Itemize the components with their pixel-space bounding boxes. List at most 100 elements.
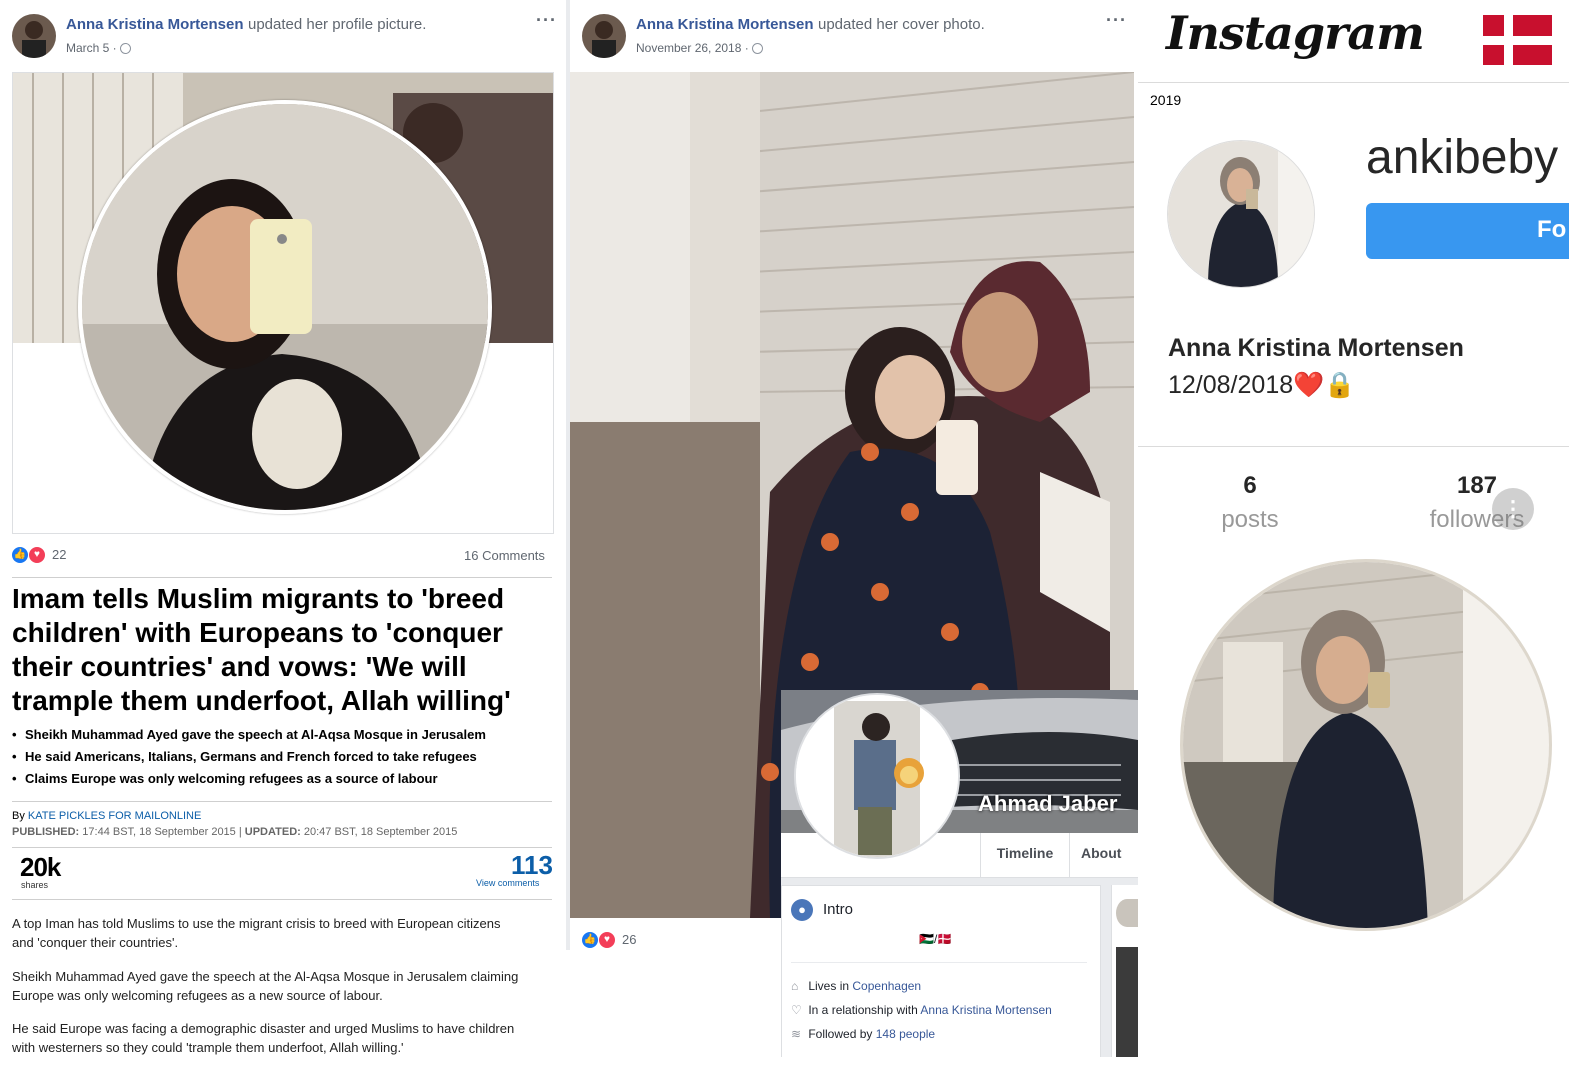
public-globe-icon: [751, 43, 763, 55]
relationship-prefix: In a relationship with: [808, 1003, 918, 1017]
instagram-full-name: Anna Kristina Mortensen: [1168, 334, 1464, 362]
like-reaction-icon: 👍: [12, 547, 28, 563]
comments-count[interactable]: 113: [511, 850, 553, 881]
bullet-dot: •: [12, 771, 17, 786]
post2-header: Anna Kristina Mortensen updated her cove…: [636, 16, 985, 34]
instagram-username: ankibeby: [1366, 131, 1559, 184]
side-photo-thumb[interactable]: [1116, 947, 1138, 1057]
tab-about-label: About: [1081, 845, 1122, 861]
tab-timeline[interactable]: Timeline: [980, 833, 1070, 877]
side-photo-thumb[interactable]: [1116, 899, 1138, 927]
profile-selfie-image: [82, 104, 488, 510]
ahmad-name[interactable]: Ahmad Jaber: [978, 791, 1117, 817]
post1-profile-circle[interactable]: [78, 100, 492, 514]
ahmad-avatar-image: [796, 695, 958, 857]
bullet-text: He said Americans, Italians, Germans and…: [25, 749, 477, 764]
post2-author-link[interactable]: Anna Kristina Mortensen: [636, 16, 814, 33]
intro-relationship: ♡ In a relationship with Anna Kristina M…: [791, 1003, 1052, 1017]
instagram-stats-rule: [1138, 446, 1569, 447]
posts-label: posts: [1221, 506, 1279, 533]
post2-author-avatar[interactable]: [582, 14, 626, 58]
article-bullets: • Sheikh Muhammad Ayed gave the speech at…: [12, 727, 557, 793]
article-headline: Imam tells Muslim migrants to 'breed chi…: [12, 583, 511, 716]
published-label: PUBLISHED:: [12, 826, 80, 838]
follow-button-label: Fo: [1537, 216, 1567, 243]
lives-city-link[interactable]: Copenhagen: [852, 979, 921, 993]
avatar-photo: [12, 14, 56, 58]
denmark-flag-icon: [1483, 15, 1552, 65]
ahmad-intro-card: ● Intro 🇯🇴/🇩🇰 ⌂ Lives in Copenhagen ♡ In…: [781, 885, 1101, 1057]
published-value: 17:44 BST, 18 September 2015: [82, 826, 236, 838]
lives-prefix: Lives in: [808, 979, 850, 993]
followed-prefix: Followed by: [808, 1027, 873, 1041]
post1-date[interactable]: March 5 ·: [66, 41, 131, 55]
post2-reaction-count[interactable]: 26: [622, 932, 636, 947]
flag-cross-horizontal: [1483, 36, 1552, 45]
article-top-rule: [12, 577, 552, 578]
post2-action: updated her cover photo.: [817, 16, 985, 33]
followers-link[interactable]: 148 people: [876, 1027, 935, 1041]
instagram-year: 2019: [1150, 92, 1182, 108]
article-meta-rule: [12, 801, 552, 802]
more-options-icon[interactable]: ⋮: [1492, 488, 1534, 530]
article-body-rule: [12, 899, 552, 900]
like-reaction-icon: 👍: [582, 932, 598, 948]
bullet-dot: •: [12, 727, 17, 742]
intro-divider: [791, 962, 1087, 963]
intro-globe-icon: ●: [791, 899, 813, 921]
tab-timeline-label: Timeline: [996, 845, 1054, 861]
post1-comments-link[interactable]: 16 Comments: [464, 548, 545, 563]
bullet-dot: •: [12, 749, 17, 764]
love-reaction-icon: ♥: [598, 931, 616, 949]
instagram-bio: 12/08/2018❤️🔒: [1168, 371, 1356, 399]
follow-button[interactable]: Fo: [1366, 203, 1569, 259]
article-byline: By KATE PICKLES FOR MAILONLINE: [12, 810, 201, 822]
post2-date[interactable]: November 26, 2018 ·: [636, 41, 763, 55]
intro-flags: 🇯🇴/🇩🇰: [919, 932, 953, 946]
post1-action: updated her profile picture.: [247, 16, 427, 33]
article-paragraph: A top Iman has told Muslims to use the m…: [12, 916, 501, 950]
view-comments-link[interactable]: View comments: [476, 878, 539, 888]
instagram-large-photo[interactable]: [1180, 559, 1552, 931]
ahmad-side-photos: [1111, 885, 1138, 1057]
shares-label: shares: [21, 880, 49, 890]
byline-author-link[interactable]: KATE PICKLES FOR MAILONLINE: [28, 810, 201, 822]
post1-more-options-icon[interactable]: ···: [536, 10, 557, 31]
instagram-avatar-image: [1168, 141, 1314, 287]
bullet-text: Sheikh Muhammad Ayed gave the speech at …: [25, 727, 486, 742]
ahmad-profile-card: Ahmad Jaber Timeline About ● Intro 🇯🇴/🇩🇰…: [781, 690, 1138, 1057]
bullet-text: Claims Europe was only welcoming refugee…: [25, 771, 438, 786]
relationship-partner-link[interactable]: Anna Kristina Mortensen: [920, 1003, 1051, 1017]
updated-value: 20:47 BST, 18 September 2015: [303, 826, 458, 838]
updated-label: UPDATED:: [244, 826, 301, 838]
intro-lives: ⌂ Lives in Copenhagen: [791, 979, 921, 993]
post1-author-avatar[interactable]: [12, 14, 56, 58]
post1-date-text: March 5 ·: [66, 41, 117, 55]
intro-title: Intro: [823, 901, 854, 918]
post1-header: Anna Kristina Mortensen updated her prof…: [66, 16, 426, 34]
instagram-profile-avatar[interactable]: [1167, 140, 1315, 288]
article-bullet: • Claims Europe was only welcoming refuge…: [12, 771, 557, 793]
article-stats-rule: [12, 847, 552, 848]
avatar-photo: [582, 14, 626, 58]
hijab-selfie-image: [1183, 562, 1549, 928]
posts-count[interactable]: 6: [1200, 472, 1300, 500]
heart-icon: ♡: [791, 1003, 802, 1017]
instagram-logo[interactable]: Instagram: [1166, 6, 1425, 60]
post1-reaction-count[interactable]: 22: [52, 547, 66, 562]
article-bullet: • Sheikh Muhammad Ayed gave the speech at…: [12, 727, 557, 749]
byline-prefix: By: [12, 810, 25, 822]
home-icon: ⌂: [791, 979, 799, 993]
article-paragraph: Sheikh Muhammad Ayed gave the speech at …: [12, 969, 519, 1003]
rss-icon: ≋: [791, 1027, 802, 1041]
post1-author-link[interactable]: Anna Kristina Mortensen: [66, 16, 244, 33]
ahmad-avatar[interactable]: [794, 693, 960, 859]
dates-separator: |: [238, 826, 242, 838]
post2-more-options-icon[interactable]: ···: [1106, 10, 1127, 31]
shares-count[interactable]: 20k: [20, 852, 61, 883]
article-paragraph: He said Europe was facing a demographic …: [12, 1021, 515, 1055]
public-globe-icon: [119, 43, 131, 55]
love-reaction-icon: ♥: [28, 546, 46, 564]
post2-date-text: November 26, 2018 ·: [636, 41, 749, 55]
tab-about[interactable]: About: [1081, 833, 1121, 877]
